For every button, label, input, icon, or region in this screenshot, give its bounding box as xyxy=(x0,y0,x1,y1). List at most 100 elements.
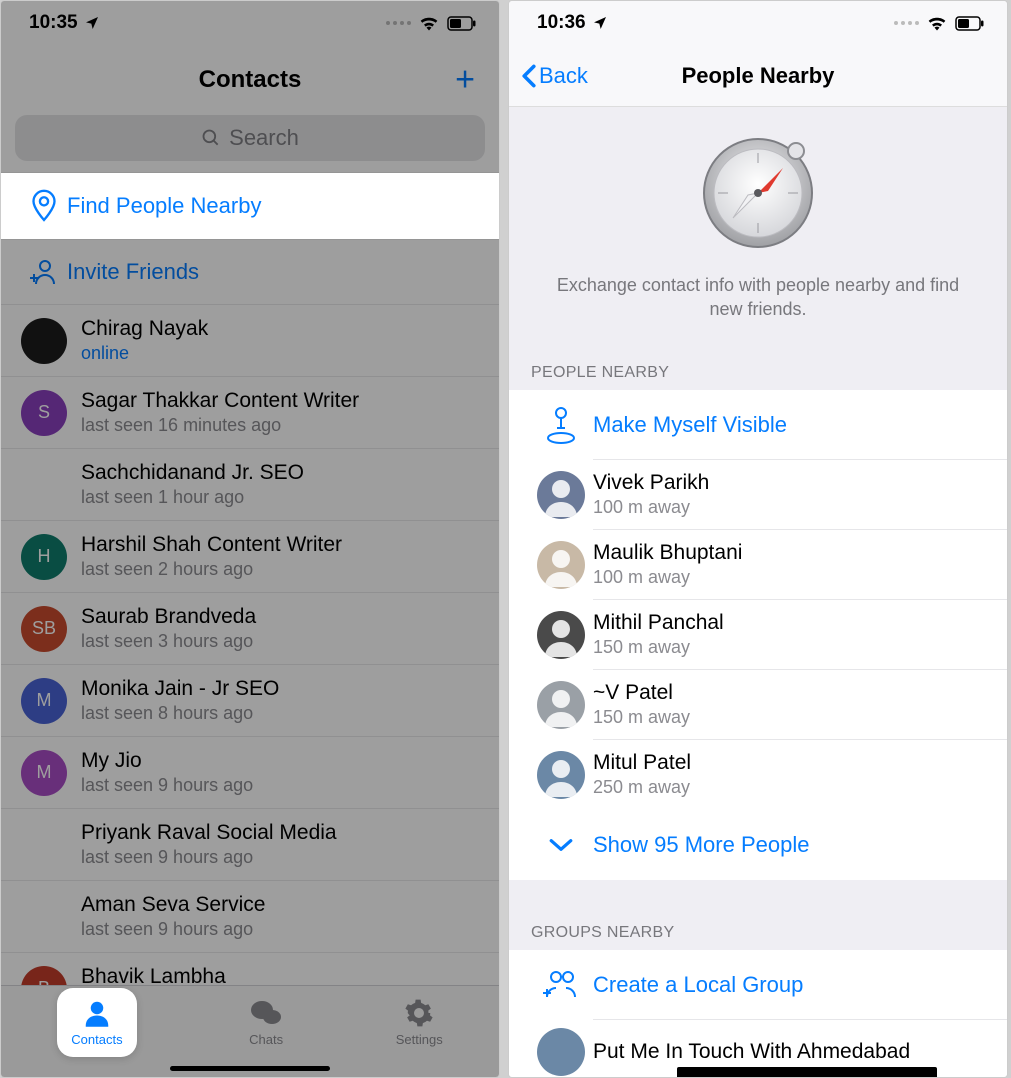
wifi-icon xyxy=(419,15,439,31)
status-time: 10:36 xyxy=(537,12,586,34)
contact-row[interactable]: H Harshil Shah Content Writer last seen … xyxy=(1,521,499,593)
person-avatar xyxy=(537,751,585,799)
show-more-people-label: Show 95 More People xyxy=(593,832,987,858)
chevron-down-icon xyxy=(548,836,574,854)
contact-avatar xyxy=(21,318,67,364)
groups-nearby-list: Create a Local Group Put Me In Touch Wit… xyxy=(509,950,1007,1078)
person-avatar xyxy=(537,541,585,589)
home-indicator[interactable] xyxy=(170,1066,330,1071)
contact-avatar: H xyxy=(21,534,67,580)
status-time: 10:35 xyxy=(29,12,78,34)
contact-row[interactable]: Sachchidanand Jr. SEO last seen 1 hour a… xyxy=(1,449,499,521)
nav-header: Contacts + xyxy=(1,45,499,115)
back-label: Back xyxy=(539,63,588,89)
tab-bar: Contacts Chats Settings xyxy=(1,985,499,1077)
person-name: Mitul Patel xyxy=(593,751,987,775)
contact-row[interactable]: M My Jio last seen 9 hours ago xyxy=(1,737,499,809)
visibility-icon xyxy=(544,405,578,445)
person-avatar xyxy=(537,681,585,729)
tab-settings[interactable]: Settings xyxy=(396,998,443,1047)
contacts-screen: 10:35 Contacts + Search Find People Near… xyxy=(0,0,500,1078)
nearby-person-row[interactable]: Vivek Parikh 100 m away xyxy=(509,460,1007,530)
contact-name: Priyank Raval Social Media xyxy=(81,821,479,845)
contact-avatar: S xyxy=(21,390,67,436)
contact-status: online xyxy=(81,343,479,364)
people-nearby-list: Make Myself Visible Vivek Parikh 100 m a… xyxy=(509,390,1007,880)
location-arrow-icon xyxy=(84,15,100,31)
make-myself-visible-label: Make Myself Visible xyxy=(593,412,987,438)
invite-friends-icon xyxy=(29,258,59,286)
search-icon xyxy=(201,128,221,148)
redaction-icon xyxy=(677,1067,937,1078)
contact-row[interactable]: Priyank Raval Social Media last seen 9 h… xyxy=(1,809,499,881)
contact-name: Saurab Brandveda xyxy=(81,605,479,629)
contact-status: last seen 8 hours ago xyxy=(81,703,479,724)
section-people-nearby: PEOPLE NEARBY xyxy=(509,350,1007,390)
contact-row[interactable]: M Monika Jain - Jr SEO last seen 8 hours… xyxy=(1,665,499,737)
find-people-nearby-label: Find People Nearby xyxy=(67,193,479,219)
nearby-person-row[interactable]: Mitul Patel 250 m away xyxy=(509,740,1007,810)
cell-signal-dots-icon xyxy=(894,21,919,25)
contact-row[interactable]: Chirag Nayak online xyxy=(1,305,499,377)
contact-name: Aman Seva Service xyxy=(81,893,479,917)
show-more-people-row[interactable]: Show 95 More People xyxy=(509,810,1007,880)
group-row[interactable]: Put Me In Touch With Ahmedabad xyxy=(509,1020,1007,1078)
invite-friends-row[interactable]: Invite Friends xyxy=(1,239,499,305)
contact-status: last seen 9 hours ago xyxy=(81,847,479,868)
page-title: People Nearby xyxy=(682,63,835,89)
tab-chats[interactable]: Chats xyxy=(249,998,283,1047)
contact-row[interactable]: SB Saurab Brandveda last seen 3 hours ag… xyxy=(1,593,499,665)
create-local-group-label: Create a Local Group xyxy=(593,972,987,998)
nearby-person-row[interactable]: Mithil Panchal 150 m away xyxy=(509,600,1007,670)
settings-tab-icon xyxy=(404,998,434,1028)
section-groups-nearby: GROUPS NEARBY xyxy=(509,910,1007,950)
contact-name: My Jio xyxy=(81,749,479,773)
contacts-tab-icon xyxy=(82,998,112,1028)
group-name: Put Me In Touch With Ahmedabad xyxy=(593,1040,987,1064)
person-distance: 150 m away xyxy=(593,707,987,728)
page-title: Contacts xyxy=(199,66,302,94)
contact-status: last seen 2 hours ago xyxy=(81,559,479,580)
add-contact-button[interactable]: + xyxy=(455,61,475,100)
invite-friends-label: Invite Friends xyxy=(67,259,479,285)
chevron-left-icon xyxy=(521,64,537,88)
person-name: Mithil Panchal xyxy=(593,611,987,635)
person-distance: 100 m away xyxy=(593,567,987,588)
search-input[interactable]: Search xyxy=(15,115,485,161)
wifi-icon xyxy=(927,15,947,31)
back-button[interactable]: Back xyxy=(521,63,588,89)
location-pin-icon xyxy=(30,188,58,224)
hero-description: Exchange contact info with people nearby… xyxy=(549,273,967,322)
contact-row[interactable]: S Sagar Thakkar Content Writer last seen… xyxy=(1,377,499,449)
contact-name: Monika Jain - Jr SEO xyxy=(81,677,479,701)
contact-status: last seen 9 hours ago xyxy=(81,775,479,796)
people-nearby-screen: 10:36 Back People Nearby xyxy=(508,0,1008,1078)
nearby-person-row[interactable]: Maulik Bhuptani 100 m away xyxy=(509,530,1007,600)
contact-status: last seen 9 hours ago xyxy=(81,919,479,940)
tab-contacts[interactable]: Contacts xyxy=(57,988,136,1057)
person-distance: 250 m away xyxy=(593,777,987,798)
location-arrow-icon xyxy=(592,15,608,31)
tab-chats-label: Chats xyxy=(249,1032,283,1047)
create-group-icon xyxy=(542,969,580,1001)
find-people-nearby-row[interactable]: Find People Nearby xyxy=(1,173,499,239)
contact-name: Chirag Nayak xyxy=(81,317,479,341)
contact-row[interactable]: Aman Seva Service last seen 9 hours ago xyxy=(1,881,499,953)
tab-contacts-label: Contacts xyxy=(71,1032,122,1047)
create-local-group-row[interactable]: Create a Local Group xyxy=(509,950,1007,1020)
person-avatar xyxy=(537,471,585,519)
status-bar: 10:35 xyxy=(1,1,499,45)
contact-status: last seen 1 hour ago xyxy=(81,487,479,508)
group-avatar xyxy=(537,1028,585,1076)
person-distance: 100 m away xyxy=(593,497,987,518)
tab-settings-label: Settings xyxy=(396,1032,443,1047)
make-myself-visible-row[interactable]: Make Myself Visible xyxy=(509,390,1007,460)
person-name: Vivek Parikh xyxy=(593,471,987,495)
compass-icon xyxy=(698,133,818,253)
battery-icon xyxy=(447,16,477,31)
person-name: ~V Patel xyxy=(593,681,987,705)
nearby-person-row[interactable]: ~V Patel 150 m away xyxy=(509,670,1007,740)
contact-avatar: M xyxy=(21,750,67,796)
person-distance: 150 m away xyxy=(593,637,987,658)
battery-icon xyxy=(955,16,985,31)
